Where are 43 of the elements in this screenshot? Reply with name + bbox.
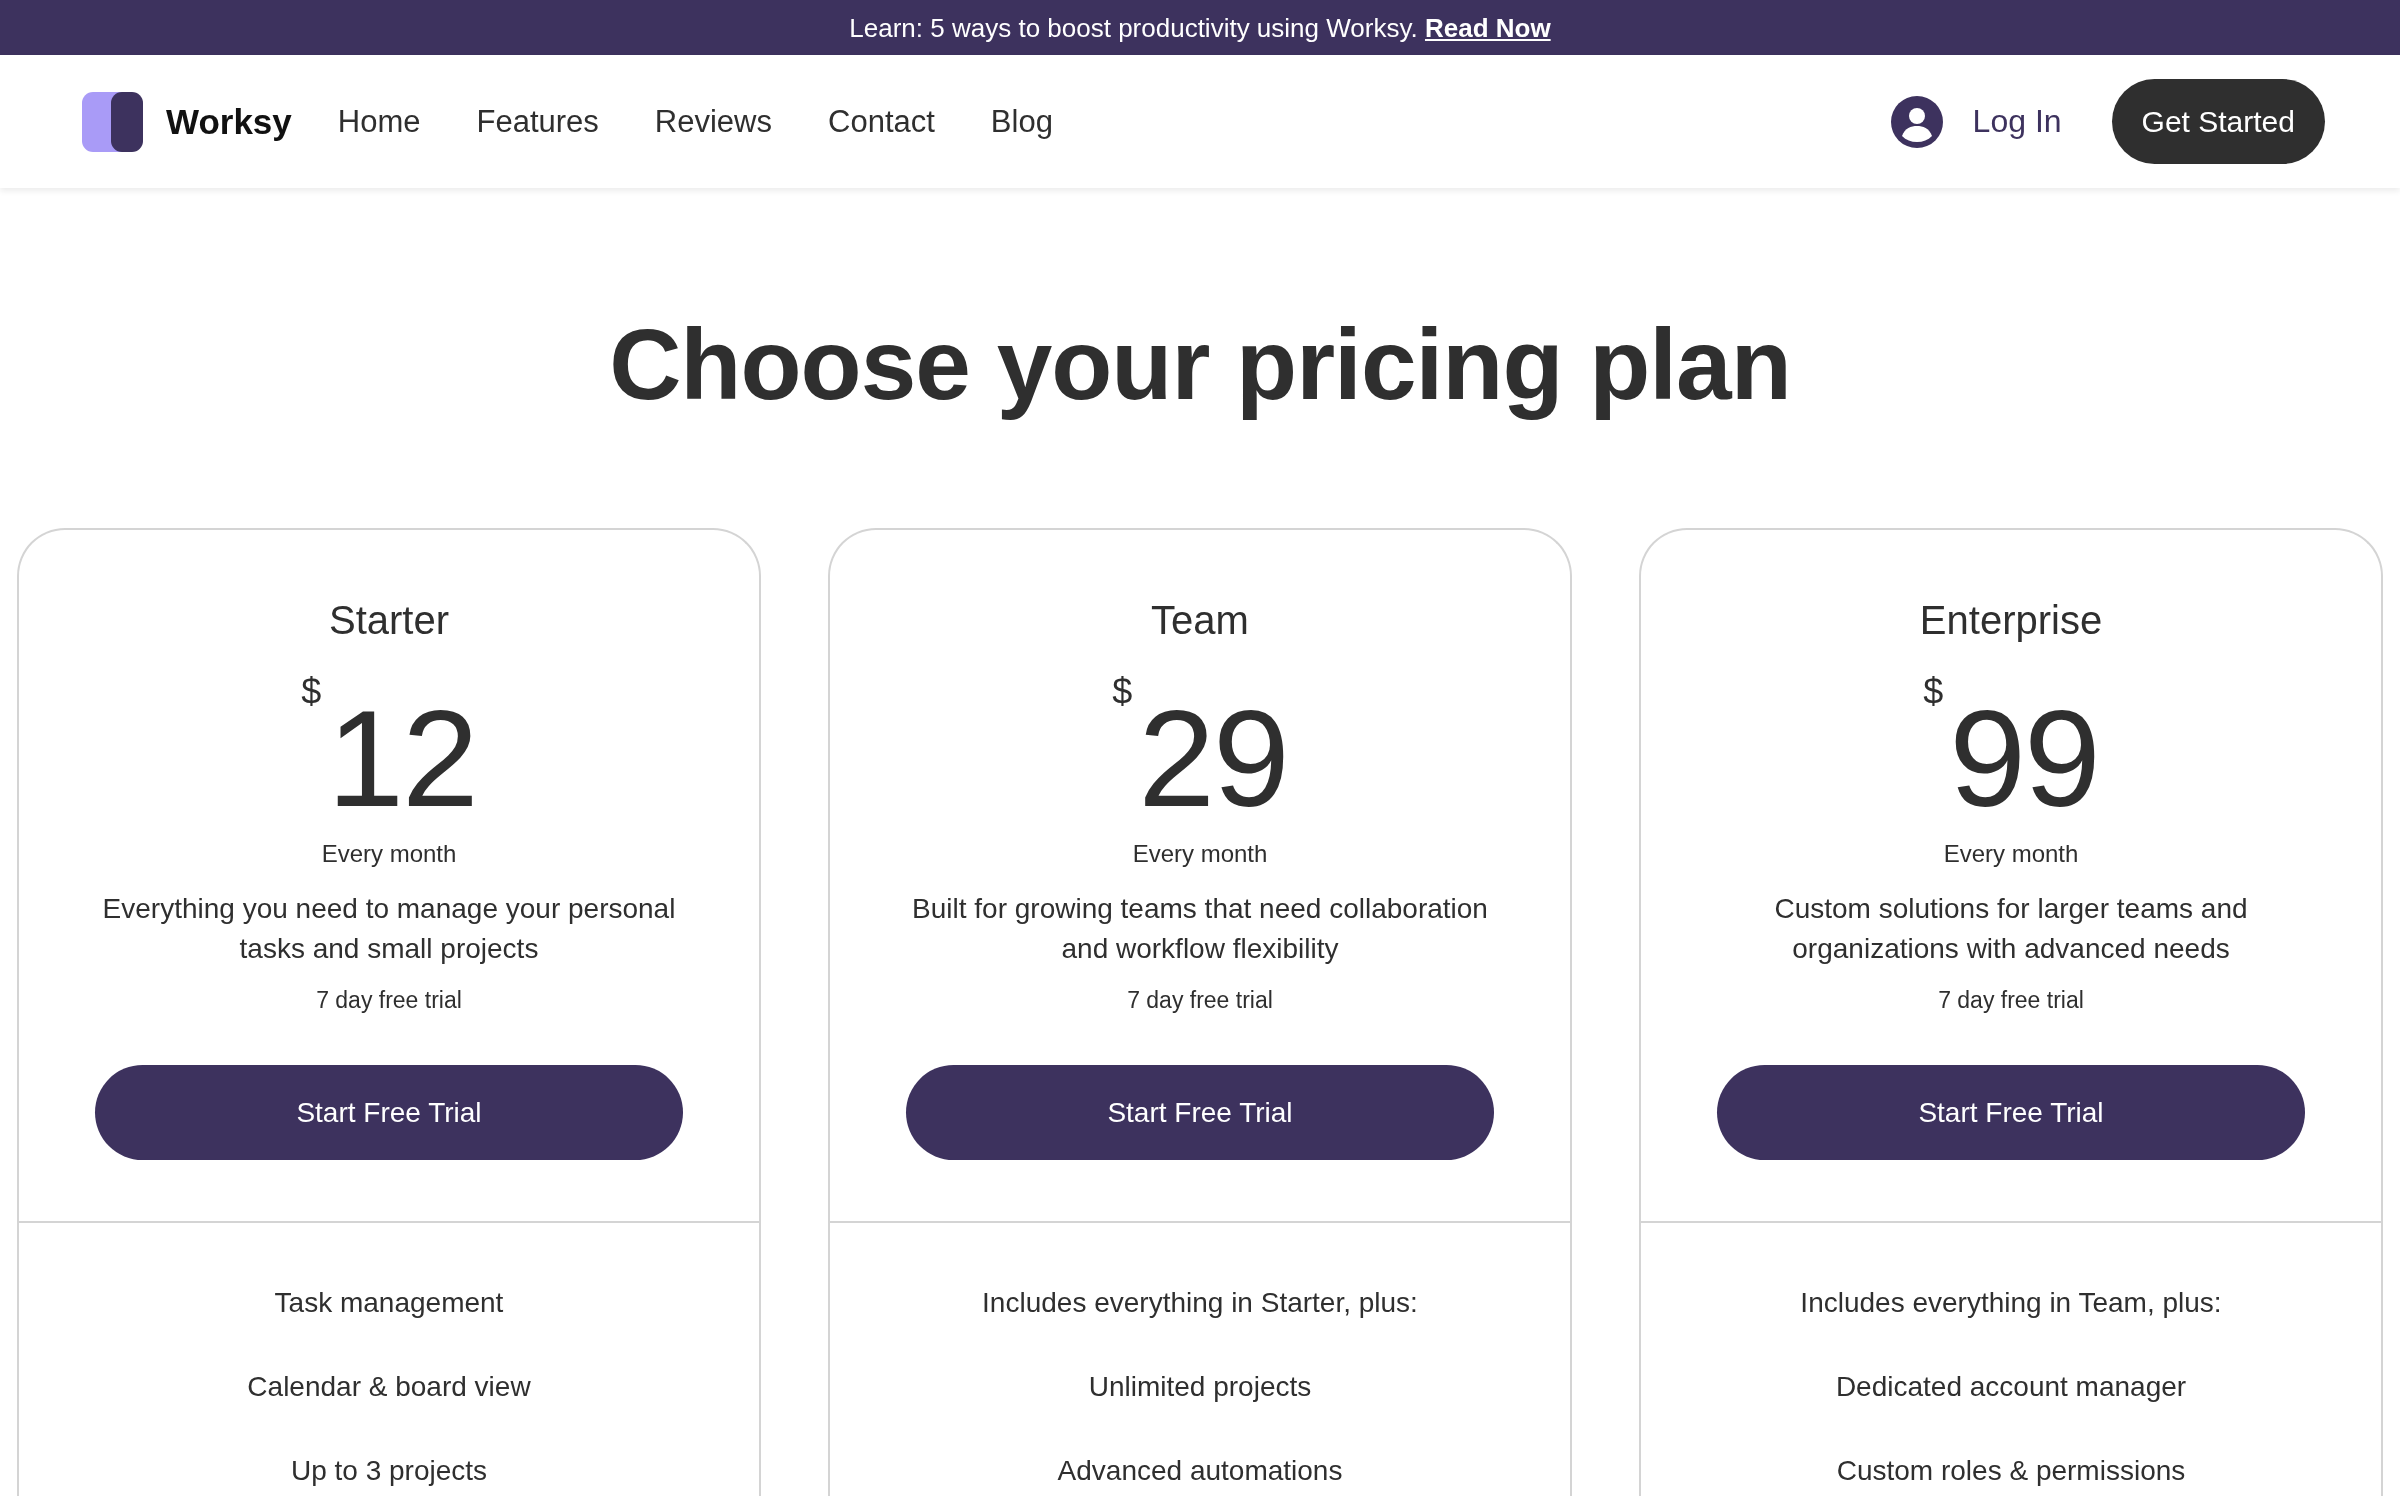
- start-trial-button[interactable]: Start Free Trial: [906, 1065, 1494, 1160]
- feature-item: Advanced automations: [1057, 1454, 1343, 1488]
- currency-symbol: $: [301, 674, 322, 710]
- user-avatar-icon[interactable]: [1890, 95, 1943, 148]
- nav-link[interactable]: Reviews: [654, 103, 772, 140]
- feature-item: Includes everything in Starter, plus:: [982, 1286, 1418, 1320]
- get-started-button[interactable]: Get Started: [2111, 79, 2325, 164]
- start-trial-button[interactable]: Start Free Trial: [1717, 1065, 2305, 1160]
- nav-link[interactable]: Features: [476, 103, 599, 140]
- plan-name: Team: [1151, 597, 1249, 644]
- currency-symbol: $: [1923, 674, 1944, 710]
- feature-item: Dedicated account manager: [1835, 1370, 2187, 1404]
- plan-description: Everything you need to manage your personal tasks and small projects: [101, 892, 677, 966]
- nav-link[interactable]: Contact: [828, 103, 935, 140]
- announcement-text: Learn: 5 ways to boost productivity using Worksy. Read Now: [849, 11, 1551, 44]
- billing-period: Every month: [321, 839, 457, 869]
- read-now-link[interactable]: Read Now: [1424, 12, 1551, 43]
- page-heading: Choose your pricing plan: [608, 307, 1792, 422]
- feature-item: Calendar & board view: [247, 1370, 531, 1404]
- billing-period: Every month: [1132, 839, 1268, 869]
- plan-description: Built for growing teams that need collaboration and workflow flexibility: [911, 892, 1489, 966]
- plan-description: Custom solutions for larger teams and organizations with advanced needs: [1773, 892, 2249, 966]
- currency-symbol: $: [1112, 674, 1133, 710]
- feature-item: Up to 3 projects: [290, 1454, 488, 1488]
- price-amount: 99: [1949, 688, 2099, 828]
- feature-item: Custom roles & permissions: [1836, 1454, 2186, 1488]
- plan-name: Enterprise: [1919, 597, 2103, 644]
- nav-link[interactable]: Blog: [990, 103, 1053, 140]
- start-trial-button[interactable]: Start Free Trial: [95, 1065, 683, 1160]
- feature-item: Unlimited projects: [1088, 1370, 1312, 1404]
- login-link[interactable]: Log In: [1972, 103, 2062, 140]
- price-amount: 29: [1138, 688, 1288, 828]
- feature-item: Includes everything in Team, plus:: [1800, 1286, 2222, 1320]
- price-amount: 12: [327, 688, 477, 828]
- trial-note: 7 day free trial: [316, 986, 462, 1015]
- trial-note: 7 day free trial: [1938, 986, 2084, 1015]
- logo-icon[interactable]: [82, 91, 143, 152]
- trial-note: 7 day free trial: [1127, 986, 1273, 1015]
- billing-period: Every month: [1943, 839, 2079, 869]
- plan-name: Starter: [328, 597, 449, 644]
- feature-item: Task management: [274, 1286, 504, 1320]
- logo-text[interactable]: Worksy: [166, 101, 292, 142]
- nav-link[interactable]: Home: [337, 103, 421, 140]
